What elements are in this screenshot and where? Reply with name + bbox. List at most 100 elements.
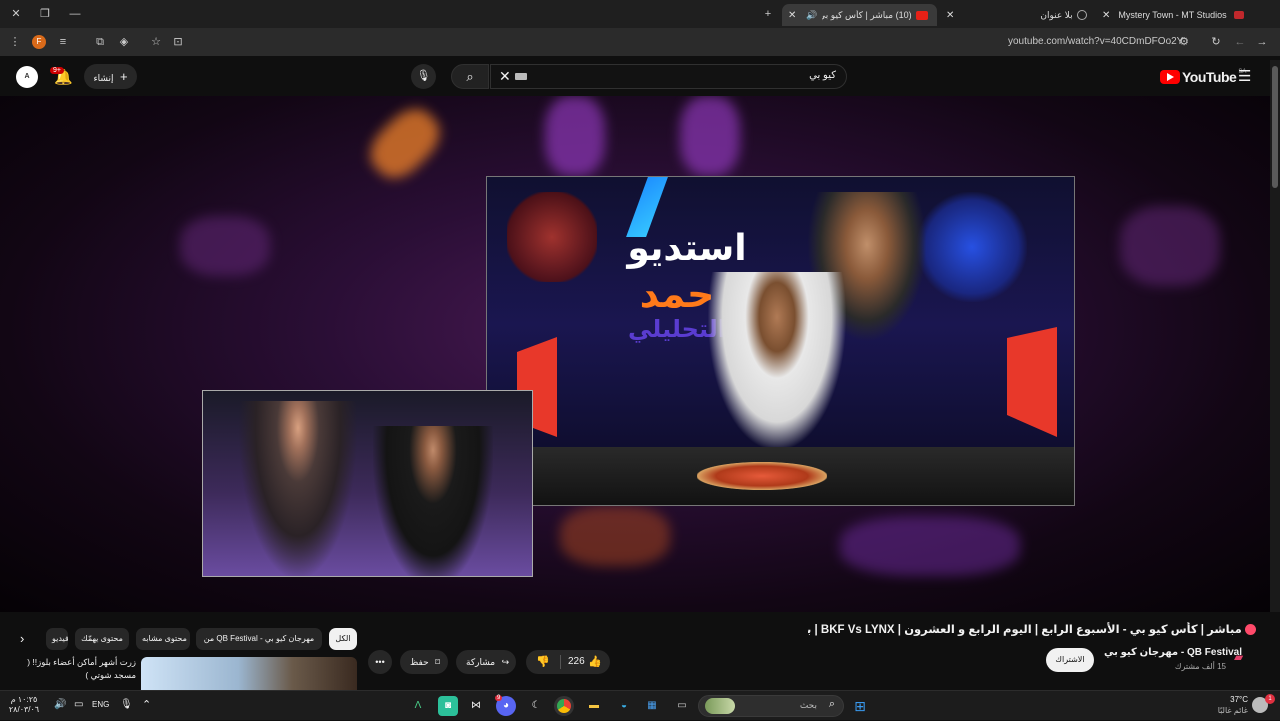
video-title: مباشر | كأس كيو بي - الأسبوع الرابع | ال… bbox=[808, 624, 1242, 636]
chip-all[interactable]: الكل bbox=[329, 628, 357, 650]
microphone-icon[interactable]: 🎙 bbox=[120, 699, 133, 710]
search-button[interactable]: ⌕ bbox=[451, 64, 489, 89]
search-highlight-graphic bbox=[705, 698, 735, 714]
studio-frame: استديو حمد التحليلي bbox=[486, 176, 1075, 506]
analyst-person bbox=[707, 272, 847, 452]
tab-label: Mystery Town - MT Studios | M bbox=[1118, 10, 1228, 20]
reload-icon[interactable]: ↻ bbox=[1208, 34, 1224, 50]
taskbar-search[interactable]: بحث ⌕ bbox=[698, 695, 844, 717]
like-count[interactable]: 226 bbox=[568, 650, 585, 674]
show-hidden-icons-chevron-icon[interactable]: ⌃ bbox=[142, 698, 151, 711]
subscribe-button[interactable]: الاشتراك bbox=[1046, 648, 1094, 672]
mic-icon: 🎙 bbox=[416, 70, 431, 82]
channel-name[interactable]: مهرجان كيو بي - QB Festival bbox=[1104, 647, 1242, 658]
clear-search-icon[interactable]: ✕ bbox=[499, 68, 511, 85]
taskbar-app-green-icon[interactable]: ◙ bbox=[438, 696, 458, 716]
live-dot-icon bbox=[1245, 624, 1256, 636]
recommendation-title[interactable]: زرت أشهر أماكن أعضاء بلوز!! ( مسجد شوتي … bbox=[6, 656, 136, 682]
stage-light bbox=[360, 99, 450, 188]
page-scrollbar[interactable] bbox=[1270, 60, 1280, 690]
clock-date: ٢٨/٠٣/٠٦ bbox=[8, 705, 40, 714]
install-app-icon[interactable]: ⊡ bbox=[170, 34, 186, 50]
chips-next-chevron-icon[interactable]: › bbox=[20, 631, 24, 646]
stage-light bbox=[1120, 206, 1220, 286]
scrollbar-thumb[interactable] bbox=[1272, 66, 1278, 188]
account-avatar[interactable]: A bbox=[16, 66, 38, 88]
performer-person bbox=[373, 426, 493, 576]
taskbar-window-icon[interactable]: ▭ bbox=[672, 696, 692, 716]
mascot-graphic bbox=[507, 192, 597, 282]
profile-avatar[interactable]: F bbox=[32, 35, 46, 49]
new-tab-button[interactable]: + bbox=[760, 6, 776, 22]
close-window-icon[interactable]: ✕ bbox=[8, 6, 24, 22]
site-settings-icon[interactable]: ⚙ bbox=[1176, 34, 1192, 50]
more-actions-button[interactable]: ••• bbox=[368, 650, 392, 674]
extensions-icon[interactable]: ⧉ bbox=[92, 34, 108, 50]
tab-close-icon[interactable]: ✕ bbox=[788, 10, 796, 21]
chip-video[interactable]: فيديو bbox=[46, 628, 68, 650]
browser-toolbar: ⋮ F ≡ ⧉ ◈ ☆ ⊡ youtube.com/watch?v=40CDmD… bbox=[0, 28, 1280, 56]
tab-close-icon[interactable]: ✕ bbox=[1102, 10, 1110, 21]
cake-plate bbox=[697, 462, 827, 490]
search-input[interactable]: ✕ كيو بي bbox=[490, 64, 847, 89]
forward-icon[interactable]: ← bbox=[1232, 34, 1248, 50]
maximize-window-icon[interactable]: ❐ bbox=[37, 6, 53, 22]
weather-description: غائم غالبًا bbox=[1217, 706, 1248, 715]
keyboard-icon[interactable] bbox=[515, 73, 527, 80]
performer-person bbox=[238, 401, 358, 576]
globe-favicon-icon bbox=[1076, 10, 1087, 20]
taskbar-app-a-icon[interactable]: Ʌ bbox=[408, 696, 428, 716]
minimize-window-icon[interactable]: — bbox=[67, 6, 83, 22]
chip-related[interactable]: محتوى مشابه bbox=[136, 628, 190, 650]
address-bar[interactable]: youtube.com/watch?v=40CDmDFOo2Y bbox=[1008, 36, 1183, 47]
video-title-row: مباشر | كأس كيو بي - الأسبوع الرابع | ال… bbox=[808, 622, 1256, 636]
subscriber-count: 15 ألف مشترك bbox=[1174, 662, 1226, 671]
stage-light bbox=[180, 216, 270, 276]
video-player[interactable]: استديو حمد التحليلي bbox=[0, 96, 1270, 612]
share-button[interactable]: مشاركة ↪ bbox=[456, 650, 516, 674]
tab-close-icon[interactable]: ✕ bbox=[946, 10, 954, 21]
stage-camera-inset bbox=[202, 390, 533, 577]
search-query: كيو بي bbox=[809, 70, 836, 81]
like-button[interactable]: 👍 bbox=[588, 650, 602, 674]
save-label: حفظ bbox=[410, 657, 429, 667]
search-icon: ⌕ bbox=[828, 698, 835, 710]
plus-icon: + bbox=[119, 69, 128, 84]
hamburger-menu-icon[interactable]: ☰ bbox=[1238, 67, 1251, 85]
taskbar-edge-icon[interactable]: ◒ bbox=[614, 696, 634, 716]
clock[interactable]: ١٠:٢٥ م ٢٨/٠٣/٠٦ bbox=[8, 695, 40, 715]
share-arrow-icon: ↪ bbox=[501, 657, 510, 667]
taskbar-app-g-icon[interactable]: ☾ bbox=[526, 696, 546, 716]
menu-dots-icon[interactable]: ⋮ bbox=[7, 34, 23, 50]
festival-flag bbox=[1007, 327, 1057, 437]
taskbar-file-explorer-icon[interactable]: ▬ bbox=[584, 696, 604, 716]
taskbar-capcut-icon[interactable]: ⋈ bbox=[466, 696, 486, 716]
tab-search-icon[interactable]: ≡ bbox=[55, 34, 71, 50]
chip-from-channel[interactable]: من QB Festival - مهرجان كيو بي bbox=[196, 628, 322, 650]
mascot-graphic bbox=[917, 192, 1027, 302]
weather-widget[interactable]: 37°C غائم غالبًا bbox=[1206, 694, 1248, 716]
tab-untitled[interactable]: ✕ بلا عنوان bbox=[940, 4, 1092, 26]
dislike-button[interactable]: 👎 bbox=[536, 650, 550, 674]
tab-mystery-town[interactable]: ✕ Mystery Town - MT Studios | M bbox=[1098, 4, 1258, 26]
create-button[interactable]: إنشاء + bbox=[84, 64, 137, 89]
recommendation-thumbnail[interactable] bbox=[141, 657, 357, 690]
audio-playing-icon[interactable]: 🔊 bbox=[806, 10, 817, 21]
shield-extension-icon[interactable]: ◈ bbox=[116, 34, 132, 50]
voice-search-button[interactable]: 🎙 bbox=[411, 64, 436, 89]
youtube-logo[interactable]: YouTube SA bbox=[1160, 69, 1246, 85]
taskbar-chrome-icon[interactable] bbox=[554, 696, 574, 716]
chip-for-you[interactable]: محتوى يهمّك bbox=[75, 628, 129, 650]
network-icon[interactable]: ▭ bbox=[74, 699, 83, 710]
bookmark-star-icon[interactable]: ☆ bbox=[148, 34, 164, 50]
tab-label: (10) مباشر | كأس كيو بي - bbox=[821, 9, 912, 20]
windows-start-icon[interactable]: ⊞ bbox=[850, 696, 870, 716]
save-button[interactable]: حفظ ⌑ bbox=[400, 650, 448, 674]
language-indicator[interactable]: ENG bbox=[92, 700, 109, 709]
tab-youtube-live[interactable]: ✕ 🔊 (10) مباشر | كأس كيو بي - bbox=[782, 4, 937, 26]
youtube-play-icon bbox=[1160, 70, 1180, 84]
back-icon[interactable]: → bbox=[1254, 34, 1270, 50]
volume-icon[interactable]: 🔊 bbox=[54, 699, 66, 710]
taskbar-store-icon[interactable]: ▦ bbox=[642, 696, 662, 716]
taskbar-search-placeholder: بحث bbox=[799, 700, 817, 710]
